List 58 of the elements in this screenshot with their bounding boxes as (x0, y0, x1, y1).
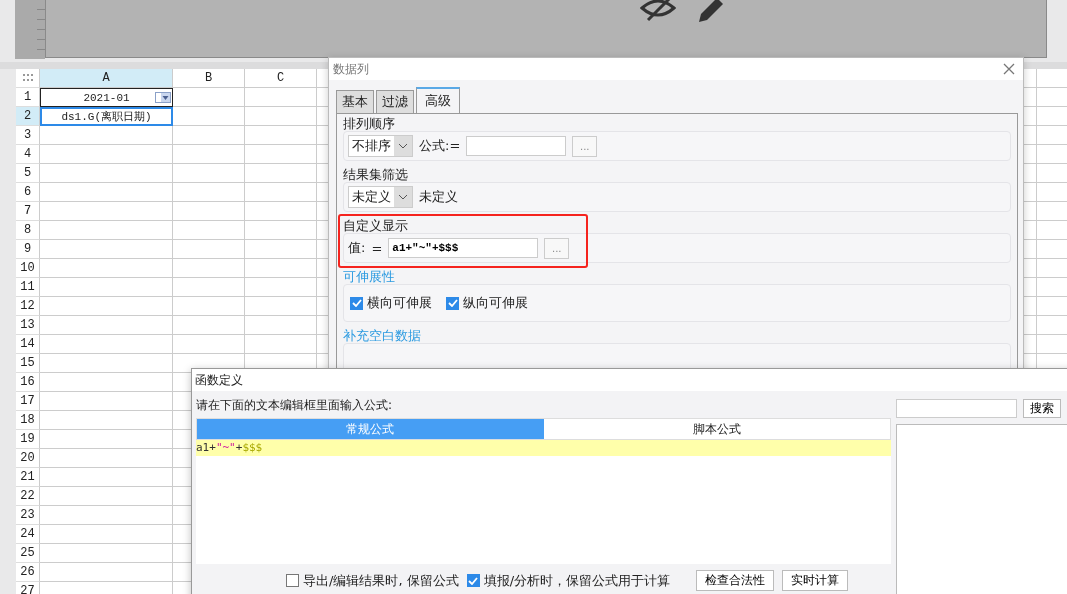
row-number[interactable]: 4 (16, 145, 40, 164)
row-number[interactable]: 13 (16, 316, 40, 335)
row-number[interactable]: 10 (16, 259, 40, 278)
value-field[interactable]: a1+"~"+$$$ (388, 238, 539, 258)
section-title: 补充空白数据 (343, 328, 421, 343)
checkbox-label: 横向可伸展 (367, 294, 432, 312)
section-title: 可伸展性 (343, 269, 395, 284)
row-number[interactable]: 5 (16, 164, 40, 183)
equals-label: = (371, 240, 383, 256)
instruction-text: 请在下面的文本编辑框里面输入公式: (196, 397, 394, 413)
row-number[interactable]: 8 (16, 221, 40, 240)
row-number[interactable]: 9 (16, 240, 40, 259)
section-title: 自定义显示 (343, 218, 408, 233)
column-header[interactable]: A (40, 69, 173, 88)
row-number[interactable]: 17 (16, 392, 40, 411)
row-number[interactable]: 25 (16, 544, 40, 563)
field-label: 值: (348, 239, 366, 257)
row-number[interactable]: 18 (16, 411, 40, 430)
row-number[interactable]: 24 (16, 525, 40, 544)
window-title: 函数定义 (195, 371, 243, 389)
column-header[interactable]: C (245, 69, 317, 88)
search-button[interactable]: 搜索 (1023, 399, 1062, 418)
row-number[interactable]: 21 (16, 468, 40, 487)
row-number[interactable]: 2 (16, 107, 40, 126)
row-number[interactable]: 3 (16, 126, 40, 145)
action-button[interactable]: 检查合法性 (696, 570, 775, 591)
checkbox-label: 纵向可伸展 (463, 294, 528, 312)
action-button[interactable]: 实时计算 (782, 570, 849, 591)
row-number[interactable]: 6 (16, 183, 40, 202)
tab[interactable]: 过滤 (376, 90, 414, 113)
checkbox-label: 导出/编辑结果时, 保留公式 (303, 571, 459, 590)
dropdown[interactable]: 未定义 (348, 186, 413, 208)
column-header[interactable]: B (173, 69, 245, 88)
row-number[interactable]: 23 (16, 506, 40, 525)
checkbox-label: 填报/分析时，保留公式用于计算 (483, 571, 671, 590)
window-title: 数据列 (333, 60, 369, 78)
code-editor[interactable]: a1+"~"+$$$ (196, 440, 892, 564)
row-number[interactable]: 1 (16, 88, 40, 107)
row-number[interactable]: 7 (16, 202, 40, 221)
row-number[interactable]: 26 (16, 563, 40, 582)
tab[interactable]: 基本 (336, 90, 374, 113)
section-title: 结果集筛选 (343, 167, 408, 182)
table-cell[interactable]: ds1.G(离职日期) (40, 107, 173, 126)
section-title: 排列顺序 (343, 116, 395, 131)
row-number[interactable]: 12 (16, 297, 40, 316)
tab[interactable]: 高级 (416, 87, 460, 113)
dropdown[interactable]: 不排序 (348, 135, 413, 157)
row-number[interactable]: 11 (16, 278, 40, 297)
row-number[interactable]: 20 (16, 449, 40, 468)
tab[interactable]: 脚本公式 (543, 419, 891, 439)
row-number[interactable]: 16 (16, 373, 40, 392)
row-number[interactable]: 22 (16, 487, 40, 506)
filter-value: 未定义 (419, 188, 458, 206)
field-label: 公式:= (419, 137, 461, 155)
table-cell[interactable]: 2021-01 (40, 88, 173, 107)
row-number[interactable]: 14 (16, 335, 40, 354)
row-number[interactable]: 19 (16, 430, 40, 449)
row-number[interactable]: 15 (16, 354, 40, 373)
